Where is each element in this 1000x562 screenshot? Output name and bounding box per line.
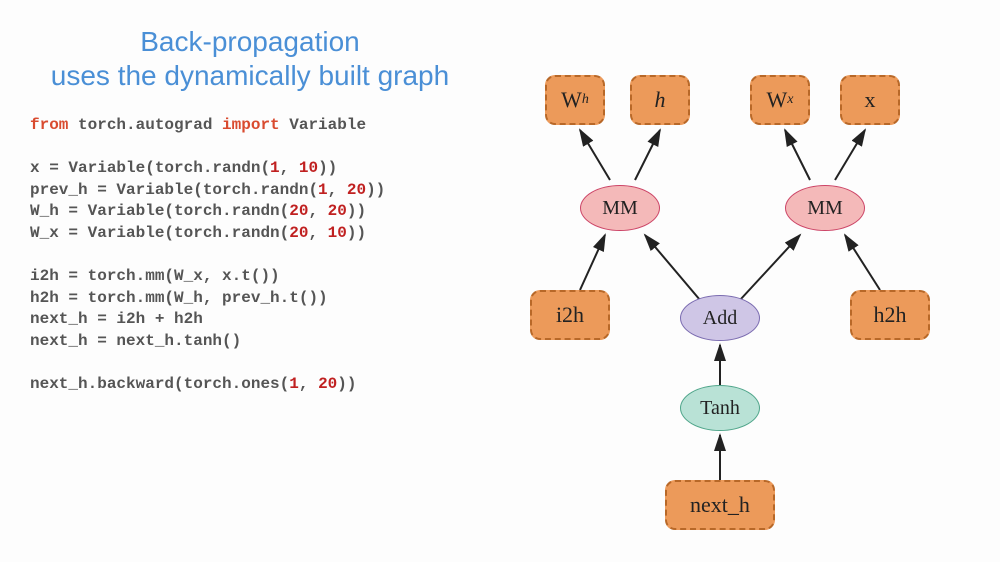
title-line-2: uses the dynamically built graph	[51, 60, 449, 91]
num-2a: 1	[318, 181, 328, 199]
h2h-label: h2h	[874, 302, 907, 328]
node-h: h	[630, 75, 690, 125]
node-Wh: Wh	[545, 75, 605, 125]
code-l8: next_h = next_h.tanh()	[30, 332, 241, 350]
num-1a: 1	[270, 159, 280, 177]
num-2b: 20	[347, 181, 366, 199]
num-4a: 20	[289, 224, 308, 242]
code-l1a: x = Variable(torch.randn(	[30, 159, 270, 177]
comma-4: ,	[308, 224, 327, 242]
kw-from: from	[30, 116, 68, 134]
mm2-label: MM	[807, 197, 843, 220]
node-h2h: h2h	[850, 290, 930, 340]
rp-2: ))	[366, 181, 385, 199]
rp-3: ))	[347, 202, 366, 220]
code-l3a: W_h = Variable(torch.randn(	[30, 202, 289, 220]
code-l4a: W_x = Variable(torch.randn(	[30, 224, 289, 242]
comma-1: ,	[280, 159, 299, 177]
node-tanh: Tanh	[680, 385, 760, 431]
code-imp: Variable	[280, 116, 366, 134]
num-4b: 10	[328, 224, 347, 242]
num-9a: 1	[289, 375, 299, 393]
x-label: x	[865, 87, 876, 113]
mm1-label: MM	[602, 197, 638, 220]
rp-4: ))	[347, 224, 366, 242]
next-h-label: next_h	[690, 492, 750, 518]
node-mm-left: MM	[580, 185, 660, 231]
num-3b: 20	[328, 202, 347, 220]
node-next-h: next_h	[665, 480, 775, 530]
Wh-label: W	[561, 87, 582, 113]
i2h-label: i2h	[556, 302, 584, 328]
tanh-label: Tanh	[700, 397, 740, 420]
Wx-label: W	[767, 87, 788, 113]
code-l2a: prev_h = Variable(torch.randn(	[30, 181, 318, 199]
comma-9: ,	[299, 375, 318, 393]
rp-9: ))	[337, 375, 356, 393]
comma-2: ,	[328, 181, 347, 199]
code-l5: i2h = torch.mm(W_x, x.t())	[30, 267, 280, 285]
code-l9a: next_h.backward(torch.ones(	[30, 375, 289, 393]
kw-import: import	[222, 116, 280, 134]
num-9b: 20	[318, 375, 337, 393]
comma-3: ,	[308, 202, 327, 220]
node-i2h: i2h	[530, 290, 610, 340]
node-Wx: Wx	[750, 75, 810, 125]
node-add: Add	[680, 295, 760, 341]
node-x: x	[840, 75, 900, 125]
code-mod: torch.autograd	[68, 116, 222, 134]
code-block: from torch.autograd import Variable x = …	[30, 115, 480, 396]
num-3a: 20	[289, 202, 308, 220]
slide-title: Back-propagation uses the dynamically bu…	[30, 25, 470, 92]
rp-1: ))	[318, 159, 337, 177]
code-l6: h2h = torch.mm(W_h, prev_h.t())	[30, 289, 328, 307]
computation-graph: Wh h Wx x MM MM i2h Add h2h Tanh next_h	[500, 40, 980, 540]
h-label: h	[655, 87, 666, 113]
Wx-sub: x	[787, 92, 793, 108]
Wh-sub: h	[582, 92, 589, 108]
code-l7: next_h = i2h + h2h	[30, 310, 203, 328]
add-label: Add	[703, 307, 737, 330]
title-line-1: Back-propagation	[140, 26, 359, 57]
node-mm-right: MM	[785, 185, 865, 231]
num-1b: 10	[299, 159, 318, 177]
